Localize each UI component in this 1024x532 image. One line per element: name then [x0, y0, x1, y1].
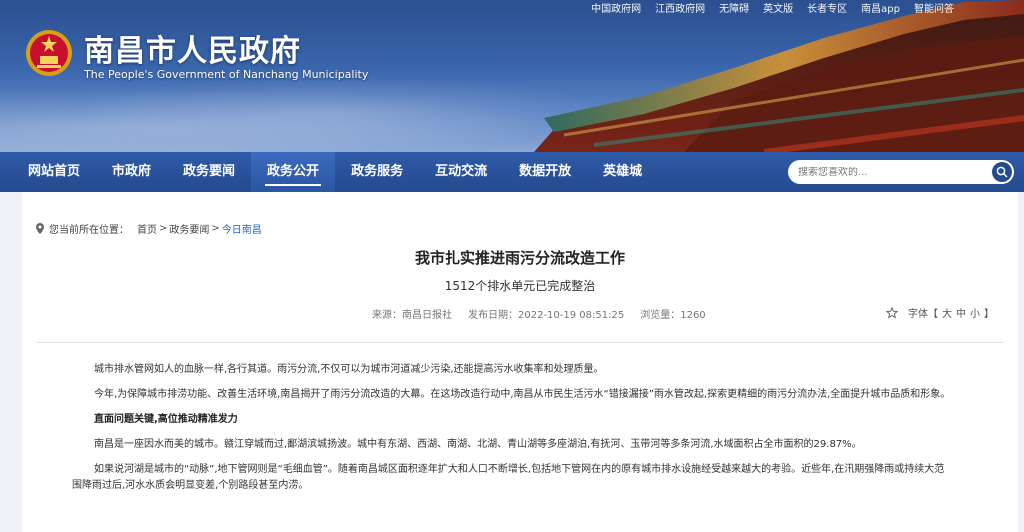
breadcrumb-current[interactable]: 今日南昌 [222, 221, 262, 236]
site-header: 南昌市人民政府 The People's Government of Nanch… [0, 0, 1024, 152]
breadcrumb-separator: > [159, 223, 168, 234]
article-source: 来源：南昌日报社 [372, 310, 452, 321]
article-subtitle: 1512个排水单元已完成整治 [444, 279, 596, 293]
breadcrumb-prefix: 您当前所在位置： [49, 225, 129, 236]
font-size-small[interactable]: 小 [970, 305, 980, 320]
article-title: 我市扎实推进雨污分流改造工作 [414, 249, 625, 267]
top-link[interactable]: 长者专区 [807, 0, 847, 15]
top-link[interactable]: 江西政府网 [655, 0, 705, 15]
national-emblem-icon [26, 30, 72, 76]
font-size-label: 字体【 [908, 309, 938, 320]
search-button[interactable] [992, 162, 1012, 182]
search-box [788, 160, 1014, 184]
search-input[interactable] [788, 166, 978, 178]
article-card: 您当前所在位置： 首页 > 政务要闻 > 今日南昌 我市扎实推进雨污分流改造工作… [22, 192, 1018, 532]
pavilion-roof-image [534, 0, 1024, 152]
article-section-heading: 直面问题关键,高位推动精准发力 [94, 414, 238, 425]
site-subtitle: The People's Government of Nanchang Muni… [84, 68, 369, 81]
breadcrumb: 您当前所在位置： 首页 > 政务要闻 > 今日南昌 [36, 221, 262, 236]
top-link[interactable]: 中国政府网 [591, 0, 641, 15]
top-links: 中国政府网 江西政府网 无障碍 英文版 长者专区 南昌app 智能问答 [591, 0, 954, 15]
breadcrumb-separator: > [211, 223, 220, 234]
site-title: 南昌市人民政府 [84, 34, 301, 69]
article-paragraph: 如果说河湖是城市的“动脉”,地下管网则是“毛细血管”。随着南昌城区面积逐年扩大和… [72, 464, 945, 491]
article-views: 浏览量：1260 [640, 310, 706, 321]
breadcrumb-news[interactable]: 政务要闻 [169, 221, 209, 236]
font-size-label-end: 】 [984, 309, 994, 320]
nav-item-news[interactable]: 政务要闻 [167, 152, 251, 192]
article-meta: 来源：南昌日报社 发布日期：2022-10-19 08:51:25 浏览量：12… [372, 306, 706, 321]
nav-item-open-government[interactable]: 政务公开 [251, 152, 336, 192]
font-size-medium[interactable]: 中 [956, 305, 966, 320]
article-paragraph: 城市排水管网如人的血脉一样,各行其道。雨污分流,不仅可以为城市河道减少污染,还能… [94, 364, 604, 375]
article-paragraph: 今年,为保障城市排涝功能、改善生活环境,南昌揭开了雨污分流改造的大幕。在这场改造… [94, 389, 951, 400]
article-date: 发布日期：2022-10-19 08:51:25 [468, 310, 625, 321]
favorite-star-icon[interactable] [886, 306, 898, 319]
search-icon [996, 166, 1008, 178]
main-nav: 网站首页 市政府 政务要闻 政务公开 政务服务 互动交流 数据开放 英雄城 [0, 152, 1024, 192]
article-paragraph: 南昌是一座因水而美的城市。赣江穿城而过,鄱湖滨城扬波。城中有东湖、西湖、南湖、北… [94, 439, 862, 450]
meta-divider [36, 342, 1004, 343]
nav-item-hero-city[interactable]: 英雄城 [587, 152, 658, 192]
top-link[interactable]: 智能问答 [914, 0, 954, 15]
top-link[interactable]: 南昌app [861, 0, 900, 15]
nav-item-open-data[interactable]: 数据开放 [503, 152, 587, 192]
font-size-control: 字体【 大 中 小 】 [886, 305, 994, 320]
top-link[interactable]: 英文版 [763, 0, 793, 15]
nav-item-services[interactable]: 政务服务 [335, 152, 419, 192]
nav-item-home[interactable]: 网站首页 [12, 152, 96, 192]
font-size-large[interactable]: 大 [942, 305, 952, 320]
top-link[interactable]: 无障碍 [719, 0, 749, 15]
article-body: 城市排水管网如人的血脉一样,各行其道。雨污分流,不仅可以为城市河道减少污染,还能… [72, 362, 954, 503]
breadcrumb-home[interactable]: 首页 [137, 221, 157, 236]
location-pin-icon [36, 223, 44, 234]
nav-item-interaction[interactable]: 互动交流 [419, 152, 503, 192]
nav-item-city-government[interactable]: 市政府 [96, 152, 167, 192]
